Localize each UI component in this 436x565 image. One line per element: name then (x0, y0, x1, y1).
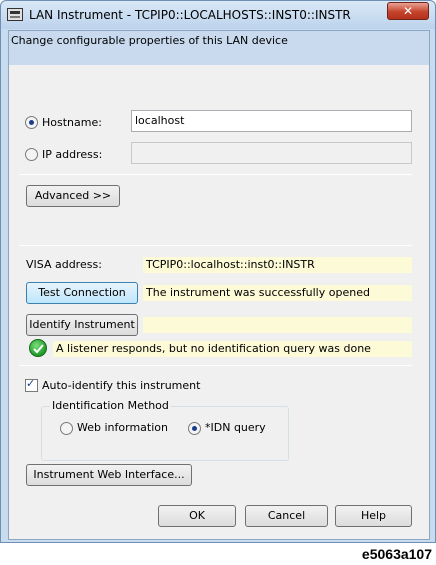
hostname-radio[interactable] (25, 116, 38, 129)
checkmark-icon: ✓ (26, 377, 36, 390)
identify-instrument-result (143, 317, 412, 333)
separator (19, 174, 412, 175)
close-button[interactable]: ✕ (387, 2, 429, 20)
web-information-label: Web information (77, 421, 168, 434)
identification-status: A listener responds, but no identificati… (53, 341, 412, 357)
header-band: Change configurable properties of this L… (9, 31, 429, 65)
separator (19, 245, 412, 246)
test-connection-button[interactable]: Test Connection (26, 282, 138, 304)
web-information-radio[interactable] (60, 422, 73, 435)
separator (19, 365, 412, 366)
idn-query-label: *IDN query (205, 421, 266, 434)
ok-button[interactable]: OK (158, 505, 236, 527)
instrument-app-icon (7, 8, 23, 21)
advanced-button[interactable]: Advanced >> (26, 185, 120, 207)
figure-code: e5063a107 (361, 546, 432, 562)
ip-address-radio[interactable] (25, 148, 38, 161)
hostname-label: Hostname: (42, 116, 102, 129)
auto-identify-label: Auto-identify this instrument (42, 379, 201, 392)
test-connection-result: The instrument was successfully opened (143, 285, 412, 301)
identification-method-title: Identification Method (50, 399, 171, 412)
window-title: LAN Instrument - TCPIP0::LOCALHOSTS::INS… (29, 8, 351, 22)
ip-address-label: IP address: (42, 148, 103, 161)
header-description: Change configurable properties of this L… (11, 34, 288, 47)
check-circle-icon (29, 339, 47, 357)
idn-query-radio[interactable] (188, 422, 201, 435)
dialog-window: LAN Instrument - TCPIP0::LOCALHOSTS::INS… (0, 0, 436, 543)
visa-address-label: VISA address: (26, 258, 102, 271)
identify-instrument-button[interactable]: Identify Instrument (26, 314, 138, 336)
visa-address-value: TCPIP0::localhost::inst0::INSTR (143, 257, 412, 273)
instrument-web-interface-button[interactable]: Instrument Web Interface... (26, 464, 192, 486)
ip-address-input[interactable] (131, 142, 412, 164)
hostname-input[interactable]: localhost (131, 110, 412, 132)
title-bar[interactable]: LAN Instrument - TCPIP0::LOCALHOSTS::INS… (1, 1, 435, 29)
close-x-icon: ✕ (402, 4, 414, 18)
auto-identify-checkbox[interactable]: ✓ (25, 377, 38, 392)
help-button[interactable]: Help (335, 505, 412, 527)
dialog-content: Change configurable properties of this L… (8, 30, 430, 540)
cancel-button[interactable]: Cancel (245, 505, 328, 527)
